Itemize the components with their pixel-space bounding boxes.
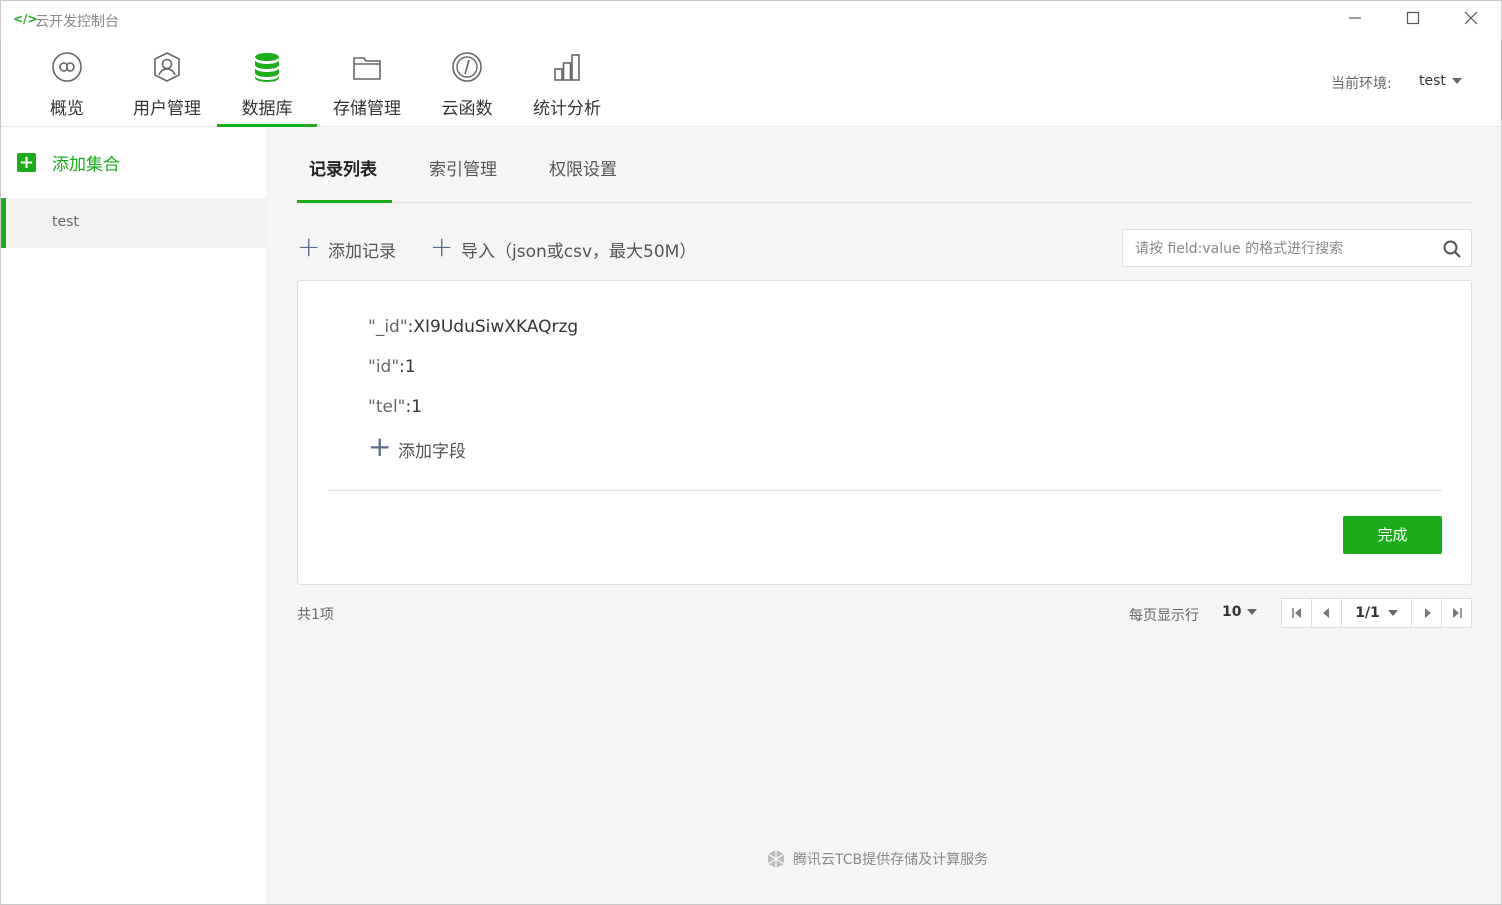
app-logo-icon: </> xyxy=(13,12,38,26)
tab-records[interactable]: 记录列表 xyxy=(309,155,377,180)
cloud-function-icon xyxy=(452,52,482,82)
storage-icon xyxy=(353,57,381,80)
maximize-button[interactable] xyxy=(1401,9,1425,31)
nav-label: 存储管理 xyxy=(333,99,401,119)
nav-label: 概览 xyxy=(50,99,84,119)
active-tab-indicator xyxy=(297,200,392,203)
nav-item-statistics[interactable]: 统计分析 xyxy=(517,39,617,127)
close-button[interactable] xyxy=(1459,9,1483,31)
chevron-down-icon xyxy=(1387,610,1398,616)
nav-item-database[interactable]: 数据库 xyxy=(217,39,317,127)
tencent-cloud-icon xyxy=(767,850,785,868)
search-input[interactable] xyxy=(1135,238,1435,260)
collection-sidebar: + 添加集合 test xyxy=(1,128,266,904)
env-selector[interactable]: test xyxy=(1419,73,1462,89)
tab-permissions[interactable]: 权限设置 xyxy=(549,155,617,180)
nav-label: 用户管理 xyxy=(133,99,201,119)
field-key: "id" xyxy=(368,357,400,377)
user-icon xyxy=(154,52,180,82)
nav-item-overview[interactable]: 概览 xyxy=(17,39,117,127)
collection-item[interactable]: test xyxy=(1,198,266,248)
per-page-label: 每页显示行 xyxy=(1129,608,1199,624)
done-button[interactable]: 完成 xyxy=(1343,516,1442,554)
statistics-icon xyxy=(554,54,580,81)
tab-indexes[interactable]: 索引管理 xyxy=(429,155,497,180)
minimize-button[interactable] xyxy=(1343,9,1367,31)
add-field-label: 添加字段 xyxy=(398,442,466,462)
search-box xyxy=(1122,229,1472,267)
add-record-label: 添加记录 xyxy=(328,242,396,262)
nav-item-cloud-functions[interactable]: 云函数 xyxy=(417,39,517,127)
prev-page-icon xyxy=(1323,608,1329,618)
per-page-value: 10 xyxy=(1222,604,1242,620)
field-value: 1 xyxy=(411,397,423,417)
title-bar: </> 云开发控制台 xyxy=(1,1,1501,39)
first-page-icon xyxy=(1292,608,1301,618)
nav-item-users[interactable]: 用户管理 xyxy=(117,39,217,127)
record-field[interactable]: "tel":1 xyxy=(368,397,422,417)
top-nav: 概览 用户管理 数据库 存储管理 云函数 统计分析 当前环境: test xyxy=(1,39,1501,127)
record-field[interactable]: "_id":XI9UduSiwXKAQrzg xyxy=(368,317,578,337)
nav-label: 统计分析 xyxy=(533,99,601,119)
credit-text: 腾讯云TCB提供存储及计算服务 xyxy=(793,852,989,868)
last-page-button[interactable] xyxy=(1442,599,1472,627)
overview-icon xyxy=(52,52,82,82)
last-page-icon xyxy=(1453,608,1462,618)
total-count: 共1项 xyxy=(297,607,334,623)
plus-icon: + xyxy=(368,430,392,463)
window-title: 云开发控制台 xyxy=(35,14,119,30)
current-page-select[interactable]: 1/1 xyxy=(1342,599,1412,627)
database-icon xyxy=(255,53,279,82)
tab-bar: 记录列表 索引管理 权限设置 xyxy=(297,128,1471,203)
record-card: "_id":XI9UduSiwXKAQrzg "id":1 "tel":1 + … xyxy=(297,280,1472,585)
env-value: test xyxy=(1419,73,1446,89)
pagination: 1/1 xyxy=(1281,598,1472,628)
chevron-down-icon xyxy=(1247,609,1258,615)
plus-icon: + xyxy=(297,230,321,263)
current-page: 1/1 xyxy=(1355,605,1380,621)
import-label: 导入（json或csv，最大50M） xyxy=(461,242,697,262)
add-collection-label: 添加集合 xyxy=(52,155,120,175)
prev-page-button[interactable] xyxy=(1312,599,1342,627)
plus-icon: + xyxy=(430,230,454,263)
main-content: 记录列表 索引管理 权限设置 + 添加记录 + 导入（json或csv，最大50… xyxy=(266,128,1501,904)
nav-label: 云函数 xyxy=(441,99,493,119)
per-page-select[interactable]: 10 xyxy=(1222,604,1258,620)
first-page-button[interactable] xyxy=(1282,599,1312,627)
nav-item-storage[interactable]: 存储管理 xyxy=(317,39,417,127)
plus-icon: + xyxy=(17,152,36,173)
field-key: "_id" xyxy=(368,317,408,337)
chevron-down-icon xyxy=(1451,78,1462,84)
field-key: "tel" xyxy=(368,397,406,417)
field-value: XI9UduSiwXKAQrzg xyxy=(413,317,579,337)
env-label: 当前环境: xyxy=(1331,76,1392,92)
active-nav-indicator xyxy=(217,124,317,127)
next-page-button[interactable] xyxy=(1412,599,1442,627)
collection-name: test xyxy=(52,214,79,230)
next-page-icon xyxy=(1425,608,1431,618)
nav-label: 数据库 xyxy=(241,99,293,119)
search-icon[interactable] xyxy=(1442,239,1462,259)
record-field[interactable]: "id":1 xyxy=(368,357,416,377)
divider xyxy=(328,490,1442,491)
field-value: 1 xyxy=(404,357,416,377)
